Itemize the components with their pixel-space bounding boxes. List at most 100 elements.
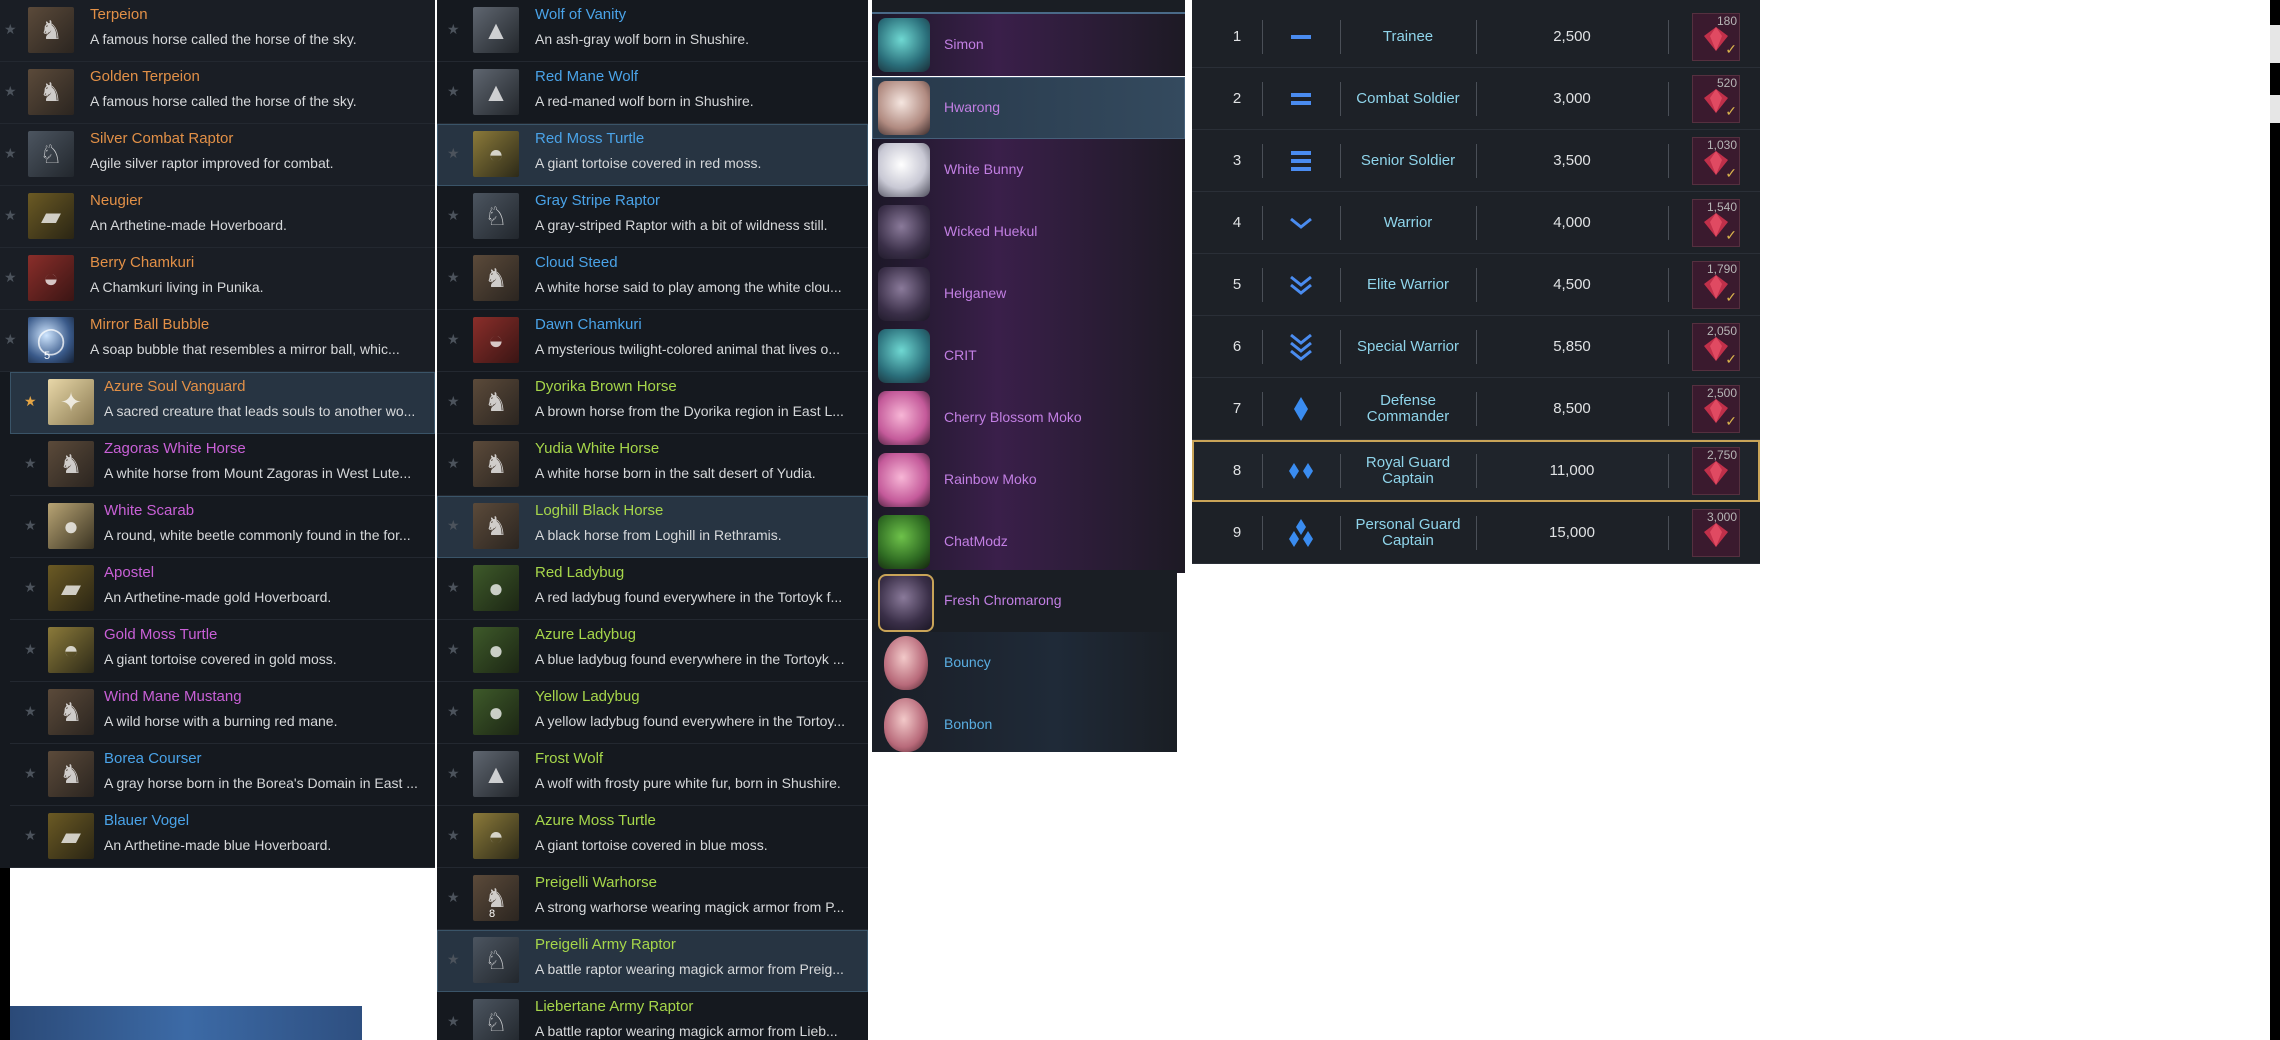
rank-row[interactable]: 7 Defense Commander 8,500 2,500 ✓: [1192, 378, 1760, 440]
mount-row[interactable]: ★ ◒ Berry Chamkuri A Chamkuri living in Pun…: [0, 248, 435, 310]
favorite-star-icon[interactable]: ★: [447, 84, 460, 98]
mount-row[interactable]: ★ ▲ Red Mane Wolf A red-maned wolf born in …: [437, 62, 868, 124]
mount-row[interactable]: ★ ● Azure Ladybug A blue ladybug found ever…: [437, 620, 868, 682]
rank-row[interactable]: 3 Senior Soldier 3,500 1,030 ✓: [1192, 130, 1760, 192]
favorite-star-icon[interactable]: ★: [447, 22, 460, 36]
mount-row[interactable]: ★ ▲ Frost Wolf A wolf with frosty pure whit…: [437, 744, 868, 806]
rank-insignia-icon: [1291, 93, 1311, 105]
favorite-star-icon[interactable]: ★: [447, 828, 460, 842]
pet-row[interactable]: Simon: [872, 14, 1185, 76]
reward-item[interactable]: 1,030 ✓: [1692, 137, 1740, 185]
mount-row[interactable]: ★ ▰ Blauer Vogel An Arthetine-made blue Hov…: [10, 806, 435, 868]
mount-row[interactable]: ★ ▲ Wolf of Vanity An ash-gray wolf born in…: [437, 0, 868, 62]
mount-row[interactable]: ★ ◓ Azure Moss Turtle A giant tortoise cove…: [437, 806, 868, 868]
favorite-star-icon[interactable]: ★: [4, 332, 17, 346]
mount-row[interactable]: ★ ◒ Dawn Chamkuri A mysterious twilight-col…: [437, 310, 868, 372]
mount-row[interactable]: ★ ♞ Borea Courser A gray horse born in the …: [10, 744, 435, 806]
reward-item[interactable]: 180 ✓: [1692, 13, 1740, 61]
rank-row[interactable]: 8 Royal Guard Captain 11,000 2,750: [1192, 440, 1760, 502]
pet-row[interactable]: Wicked Huekul: [872, 201, 1185, 263]
mount-name: Zagoras White Horse: [104, 440, 246, 457]
pet-row[interactable]: Fresh Chromarong: [872, 570, 1177, 632]
rank-requirement-value: 4,000: [1553, 214, 1591, 231]
favorite-star-icon[interactable]: ★: [4, 84, 17, 98]
favorite-star-icon[interactable]: ★: [447, 890, 460, 904]
pet-row[interactable]: Cherry Blossom Moko: [872, 387, 1185, 449]
mount-row[interactable]: ★ ♘ Liebertane Army Raptor A battle raptor …: [437, 992, 868, 1040]
mount-row[interactable]: ★ ◯ 5 Mirror Ball Bubble A soap bubble that …: [0, 310, 435, 372]
mount-row[interactable]: ★ ● Yellow Ladybug A yellow ladybug found e…: [437, 682, 868, 744]
pet-row[interactable]: Bouncy: [872, 632, 1177, 694]
rank-row[interactable]: 5 Elite Warrior 4,500 1,790 ✓: [1192, 254, 1760, 316]
soul-icon: ✦: [48, 379, 94, 425]
reward-item[interactable]: 1,540 ✓: [1692, 199, 1740, 247]
favorite-star-icon[interactable]: ★: [447, 642, 460, 656]
mount-row[interactable]: ★ ♞ Dyorika Brown Horse A brown horse from …: [437, 372, 868, 434]
favorite-star-icon[interactable]: ★: [4, 22, 17, 36]
reward-item[interactable]: 1,790 ✓: [1692, 261, 1740, 309]
favorite-star-icon[interactable]: ★: [24, 704, 37, 718]
mount-row[interactable]: ★ ✦ Azure Soul Vanguard A sacred creature t…: [10, 372, 435, 434]
favorite-star-icon[interactable]: ★: [447, 518, 460, 532]
reward-item[interactable]: 520 ✓: [1692, 75, 1740, 123]
favorite-star-icon[interactable]: ★: [24, 642, 37, 656]
mount-row[interactable]: ★ ♞ Cloud Steed A white horse said to play …: [437, 248, 868, 310]
favorite-star-icon[interactable]: ★: [24, 394, 37, 408]
favorite-star-icon[interactable]: ★: [24, 580, 37, 594]
favorite-star-icon[interactable]: ★: [447, 456, 460, 470]
reward-item[interactable]: 2,500 ✓: [1692, 385, 1740, 433]
moko-icon: [878, 391, 930, 445]
mount-row[interactable]: ★ ♞ Loghill Black Horse A black horse from …: [437, 496, 868, 558]
favorite-star-icon[interactable]: ★: [24, 456, 37, 470]
rank-row[interactable]: 1 Trainee 2,500 180 ✓: [1192, 6, 1760, 68]
favorite-star-icon[interactable]: ★: [447, 704, 460, 718]
rank-row[interactable]: 4 Warrior 4,000 1,540 ✓: [1192, 192, 1760, 254]
rank-row[interactable]: 9 Personal Guard Captain 15,000 3,000: [1192, 502, 1760, 564]
favorite-star-icon[interactable]: ★: [447, 1014, 460, 1028]
pet-row[interactable]: Rainbow Moko: [872, 449, 1185, 511]
mount-description: A giant tortoise covered in gold moss.: [104, 651, 337, 667]
favorite-star-icon[interactable]: ★: [447, 208, 460, 222]
favorite-star-icon[interactable]: ★: [24, 766, 37, 780]
mount-row[interactable]: ★ ♞ Terpeion A famous horse called the hors…: [0, 0, 435, 62]
mount-row[interactable]: ★ ♞ Wind Mane Mustang A wild horse with a b…: [10, 682, 435, 744]
mount-row[interactable]: ★ ● Red Ladybug A red ladybug found everywh…: [437, 558, 868, 620]
favorite-star-icon[interactable]: ★: [447, 580, 460, 594]
mount-row[interactable]: ★ ▰ Apostel An Arthetine-made gold Hoverboa…: [10, 558, 435, 620]
mount-row[interactable]: ★ ♞ Yudia White Horse A white horse born in…: [437, 434, 868, 496]
favorite-star-icon[interactable]: ★: [4, 146, 17, 160]
favorite-star-icon[interactable]: ★: [447, 270, 460, 284]
favorite-star-icon[interactable]: ★: [447, 146, 460, 160]
favorite-star-icon[interactable]: ★: [447, 332, 460, 346]
favorite-star-icon[interactable]: ★: [447, 952, 460, 966]
mount-row[interactable]: ★ ♞ Zagoras White Horse A white horse from …: [10, 434, 435, 496]
rank-row[interactable]: 6 Special Warrior 5,850 2,050 ✓: [1192, 316, 1760, 378]
favorite-star-icon[interactable]: ★: [447, 394, 460, 408]
favorite-star-icon[interactable]: ★: [24, 518, 37, 532]
mount-row[interactable]: ★ ● White Scarab A round, white beetle comm…: [10, 496, 435, 558]
pet-row[interactable]: ChatModz: [872, 511, 1185, 573]
pet-row[interactable]: Hwarong: [872, 77, 1185, 139]
pet-row[interactable]: Bonbon: [872, 694, 1177, 752]
mount-row[interactable]: ★ ♘ Gray Stripe Raptor A gray-striped Rapto…: [437, 186, 868, 248]
mount-name: Mirror Ball Bubble: [90, 316, 210, 333]
favorite-star-icon[interactable]: ★: [4, 270, 17, 284]
pet-row[interactable]: Helganew: [872, 263, 1185, 325]
favorite-star-icon[interactable]: ★: [447, 766, 460, 780]
reward-item[interactable]: 2,050 ✓: [1692, 323, 1740, 371]
reward-item[interactable]: 3,000: [1692, 509, 1740, 557]
mount-row[interactable]: ★ ♘ Silver Combat Raptor Agile silver rapto…: [0, 124, 435, 186]
mount-row[interactable]: ★ ◓ Red Moss Turtle A giant tortoise covere…: [437, 124, 868, 186]
favorite-star-icon[interactable]: ★: [24, 828, 37, 842]
mount-row[interactable]: ★ ♞ Golden Terpeion A famous horse called t…: [0, 62, 435, 124]
favorite-star-icon[interactable]: ★: [4, 208, 17, 222]
pet-row[interactable]: CRIT: [872, 325, 1185, 387]
rank-row[interactable]: 2 Combat Soldier 3,000 520 ✓: [1192, 68, 1760, 130]
mount-row[interactable]: ★ ◓ Gold Moss Turtle A giant tortoise cover…: [10, 620, 435, 682]
pet-row[interactable]: White Bunny: [872, 139, 1185, 201]
mount-row[interactable]: ★ ♞ 8 Preigelli Warhorse A strong warhorse w…: [437, 868, 868, 930]
mount-row[interactable]: ★ ▰ Neugier An Arthetine-made Hoverboard.: [0, 186, 435, 248]
reward-item[interactable]: 2,750: [1692, 447, 1740, 495]
cat-icon: [878, 18, 930, 72]
mount-row[interactable]: ★ ♘ Preigelli Army Raptor A battle raptor w…: [437, 930, 868, 992]
